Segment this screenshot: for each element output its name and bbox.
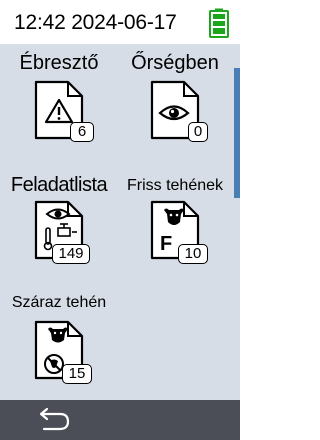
count-badge: 149	[52, 244, 90, 264]
tile-fresh-cows[interactable]: Friss tehének F 10	[118, 166, 232, 276]
count-badge: 0	[188, 122, 208, 142]
status-bar: 12:42 2024-06-17	[0, 0, 240, 44]
battery-full-icon	[209, 8, 229, 38]
time-text: 12:42	[14, 11, 66, 34]
back-arrow-icon[interactable]	[34, 406, 74, 434]
tile-guard[interactable]: Őrségben 0	[118, 44, 232, 154]
date-text: 2024-06-17	[71, 11, 177, 34]
tile-label: Őrségben	[131, 52, 219, 74]
tile-label: Feladatlista	[10, 174, 108, 196]
bottom-bar	[0, 400, 240, 440]
count-badge: 15	[62, 364, 92, 384]
tile-dry-cow[interactable]: Száraz tehén 15	[0, 288, 118, 398]
tile-task-list[interactable]: Feladatlista 149	[0, 166, 118, 276]
tile-label: Friss tehének	[126, 177, 224, 194]
scrollbar-thumb[interactable]	[234, 68, 240, 198]
count-badge: 10	[178, 244, 208, 264]
scrollbar-track[interactable]	[234, 44, 240, 400]
clock: 12:42 2024-06-17	[14, 11, 177, 35]
count-badge: 6	[70, 122, 94, 142]
tile-label: Ébresztő	[19, 52, 99, 74]
tile-alarm[interactable]: Ébresztő 6	[0, 44, 118, 154]
tile-label: Száraz tehén	[11, 294, 107, 311]
menu-grid: Ébresztő 6 Őrségben 0 Feladatlista 149 F…	[0, 44, 240, 400]
svg-text:F: F	[160, 233, 172, 255]
